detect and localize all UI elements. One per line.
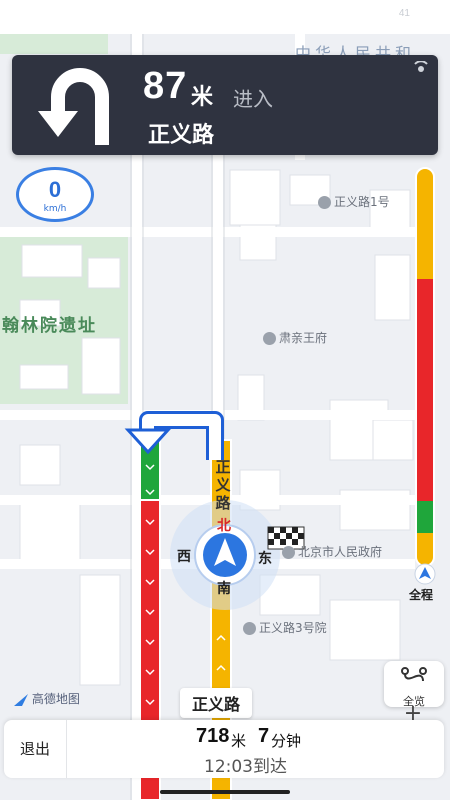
guidance-action: 进入 [233,87,273,111]
guidance-distance: 87 [143,65,188,107]
compass-east: 东 [258,551,272,567]
home-indicator[interactable] [160,790,290,794]
current-road-label: 正义路 [180,688,253,718]
map-label-hanlinyuan: 翰林院遗址 [2,316,97,336]
poi-suqinwangfu[interactable]: 肃亲王府 [263,329,327,346]
amap-logo: 高德地图 [14,690,80,707]
status-bar: 41 [0,0,450,34]
poi-pin-icon [263,332,276,345]
guidance-distance-unit: 米 [191,85,214,110]
route-progress-bar [415,167,435,567]
full-route-label[interactable]: 全程 [409,586,433,603]
compass-west: 西 [177,549,191,565]
speed-value: 0 [48,177,62,202]
remaining-distance-unit: 米 [231,732,247,750]
exit-button[interactable]: 退出 [4,720,67,778]
speedometer: 0 km/h [16,167,94,222]
current-position-marker-icon [414,563,436,585]
poi-pin-icon [243,622,256,635]
progress-segment-green [417,501,433,533]
amap-logo-icon [14,693,28,706]
compass-north: 北 [217,518,231,534]
speed-unit: km/h [43,204,67,214]
poi-pin-icon [318,196,331,209]
guidance-road: 正义路 [148,123,215,148]
remaining-distance: 718 [196,725,230,747]
status-indicator: 41 [398,8,410,19]
progress-segment-red [417,279,433,501]
remaining-time-unit: 分钟 [271,732,302,750]
arrival-time: 12:03到达 [204,757,287,777]
street-label-vertical: 正义路 [215,458,231,512]
u-turn-left-icon [38,68,109,145]
remaining-time: 7 [258,725,270,747]
poi-beijing-gov[interactable]: 北京市人民政府 [282,543,382,560]
poi-zhengyilu-1[interactable]: 正义路1号 [318,193,390,210]
trip-summary-bar: 退出 718 米 7 分钟 12:03到达 [4,720,444,778]
progress-segment-yellow-2 [417,533,433,565]
gps-signal-icon [414,61,428,72]
poi-pin-icon [282,546,295,559]
poi-zhengyilu-3[interactable]: 正义路3号院 [243,619,327,636]
progress-segment-yellow [417,169,433,279]
compass-south: 南 [217,581,231,597]
route-overview-icon [401,667,427,682]
guidance-banner[interactable]: 87 米 进入 正义路 [12,55,438,155]
